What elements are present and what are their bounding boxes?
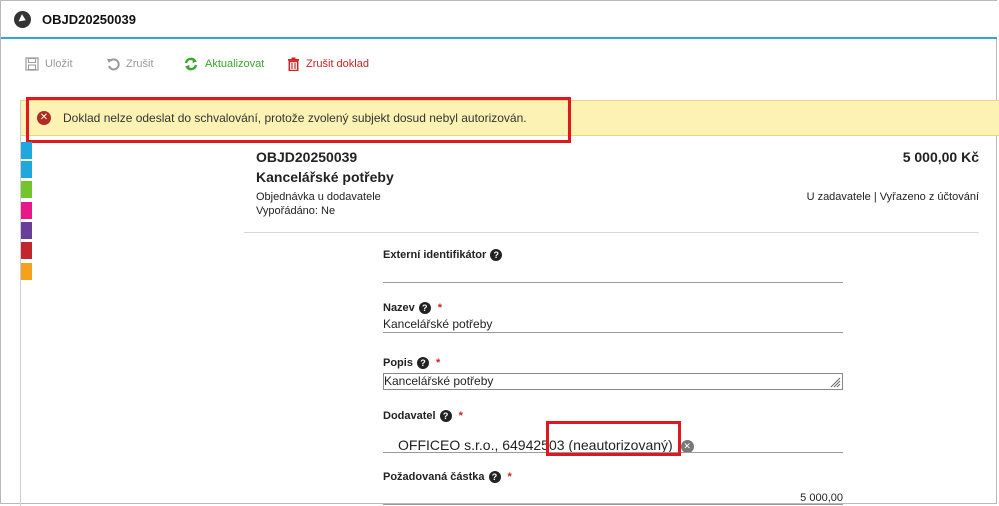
name-underline <box>383 332 843 333</box>
required-marker: * <box>435 357 441 369</box>
window-title: OBJD20250039 <box>42 12 136 27</box>
help-circle-icon[interactable]: ? <box>490 249 503 261</box>
highlight-box-alert <box>26 97 571 143</box>
external-id-underline <box>383 282 843 283</box>
external-id-field: Externí identifikátor ? <box>383 249 843 285</box>
refresh-button-label: Aktualizovat <box>205 58 265 70</box>
amount-label: Požadovaná částka <box>383 471 485 483</box>
required-marker: * <box>437 302 443 314</box>
document-name: Kancelářské potřeby <box>256 169 394 185</box>
document-type: Objednávka u dodavatele <box>256 191 381 203</box>
description-textarea[interactable]: Kancelářské potřeby <box>383 373 843 390</box>
undo-icon <box>107 58 120 71</box>
document-settled: Vypořádáno: Ne <box>256 205 336 217</box>
help-circle-icon[interactable]: ? <box>439 410 452 422</box>
side-tab-4[interactable] <box>21 202 32 219</box>
required-marker: * <box>507 471 512 483</box>
external-id-input[interactable] <box>383 263 843 281</box>
side-tab-2[interactable] <box>21 161 32 178</box>
name-field: Nazev ? * Kancelářské potřeby <box>383 302 843 336</box>
supplier-label: Dodavatel <box>383 410 436 422</box>
external-id-label: Externí identifikátor <box>383 249 487 261</box>
cancel-document-button[interactable]: Zrušit doklad <box>287 57 369 71</box>
cancel-button-label: Zrušit <box>126 58 154 70</box>
floppy-disk-icon <box>25 57 39 71</box>
amount-field: Požadovaná částka ? * 5 000,00 <box>383 471 843 506</box>
cancel-document-button-label: Zrušit doklad <box>306 58 369 70</box>
name-label-row: Nazev ? * <box>383 302 843 314</box>
save-button-label: Uložit <box>45 58 73 70</box>
app-logo-icon <box>14 11 31 28</box>
save-button[interactable]: Uložit <box>25 57 73 71</box>
amount-underline <box>383 504 843 505</box>
refresh-icon <box>184 57 198 71</box>
cancel-button[interactable]: Zrušit <box>106 57 154 71</box>
document-id: OBJD20250039 <box>256 149 358 165</box>
document-amount: 5 000,00 Kč <box>902 149 979 165</box>
highlight-box-supplier-status <box>546 421 681 456</box>
name-label: Nazev <box>383 302 415 314</box>
description-label-row: Popis ? * <box>383 357 843 369</box>
amount-label-row: Požadovaná částka ? * <box>383 471 843 483</box>
help-circle-icon[interactable]: ? <box>488 471 501 483</box>
side-tab-3[interactable] <box>21 181 32 198</box>
toolbar: Uložit Zrušit Aktualizovat Zrušit doklad <box>1 40 997 92</box>
help-circle-icon[interactable]: ? <box>418 302 431 314</box>
document-status: U zadavatele | Vyřazeno z účtování <box>806 191 979 203</box>
supplier-value: OFFICEO s.r.o., 64942503 <box>398 437 565 453</box>
description-label: Popis <box>383 357 413 369</box>
help-circle-icon[interactable]: ? <box>416 357 429 369</box>
refresh-button[interactable]: Aktualizovat <box>183 57 264 71</box>
description-value: Kancelářské potřeby <box>384 374 494 388</box>
name-input[interactable]: Kancelářské potřeby <box>383 317 492 331</box>
side-tab-1[interactable] <box>21 142 32 159</box>
document-header: OBJD20250039 Kancelářské potřeby Objedná… <box>244 140 979 233</box>
title-bar: OBJD20250039 <box>1 1 997 39</box>
side-tab-5[interactable] <box>21 222 32 239</box>
resize-grip-icon[interactable] <box>829 376 841 388</box>
trash-icon <box>288 57 299 71</box>
side-tab-7[interactable] <box>21 263 32 280</box>
external-id-label-row: Externí identifikátor ? <box>383 249 843 261</box>
amount-input[interactable]: 5 000,00 <box>800 492 843 504</box>
required-marker: * <box>458 410 463 422</box>
side-tab-6[interactable] <box>21 242 32 259</box>
description-field: Popis ? * Kancelářské potřeby <box>383 357 843 403</box>
